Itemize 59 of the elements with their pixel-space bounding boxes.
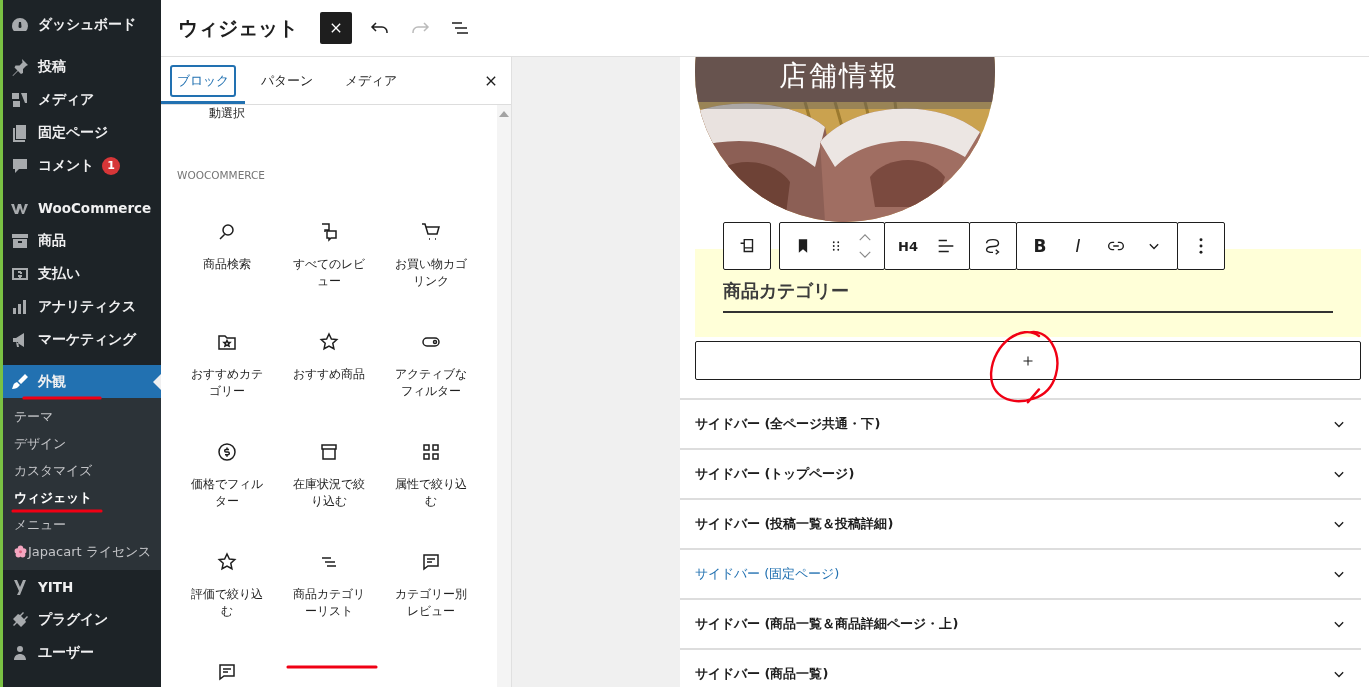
menu-item[interactable]: 投稿: [3, 50, 161, 83]
submenu-item[interactable]: テーマ: [3, 403, 161, 430]
flower-icon: [14, 545, 27, 558]
menu-item[interactable]: アナリティクス: [3, 290, 161, 323]
move-down-button[interactable]: [858, 250, 872, 259]
scrollbar[interactable]: [497, 105, 511, 687]
tab[interactable]: パターン: [245, 57, 329, 104]
widget-area-row[interactable]: サイドバー (全ページ共通・下): [680, 398, 1361, 448]
menu-item[interactable]: 商品: [3, 224, 161, 257]
cover-title: 店舗情報: [779, 58, 899, 94]
submenu-item[interactable]: Japacart ライセンス: [3, 538, 161, 565]
block-item[interactable]: おすすめカテゴリー: [176, 330, 278, 440]
menu-item[interactable]: コメント 1: [3, 149, 161, 182]
block-item[interactable]: 商品カテゴリーリスト: [278, 550, 380, 660]
italic-button[interactable]: I: [1059, 223, 1097, 269]
bold-button[interactable]: B: [1021, 223, 1059, 269]
menu-item[interactable]: ダッシュボード: [3, 8, 161, 41]
block-item[interactable]: 価格でフィルター: [176, 440, 278, 550]
tab[interactable]: メディア: [329, 57, 413, 104]
block-item[interactable]: 在庫状況で絞り込む: [278, 440, 380, 550]
widget-area-row[interactable]: サイドバー (投稿一覧＆投稿詳細): [680, 498, 1361, 548]
submenu-item[interactable]: ウィジェット: [3, 484, 161, 511]
chevron-up-icon: [858, 233, 872, 242]
page-title: ウィジェット: [178, 14, 298, 42]
block-item[interactable]: カテゴリー別レビュー: [380, 550, 482, 660]
count-badge: 1: [102, 156, 120, 175]
block-item[interactable]: アクティブなフィルター: [380, 330, 482, 440]
move-up-button[interactable]: [858, 233, 872, 242]
menu-item[interactable]: 固定ページ: [3, 116, 161, 149]
pin-icon: [10, 56, 30, 77]
close-button[interactable]: [320, 12, 352, 44]
block-item[interactable]: おすすめ商品: [278, 330, 380, 440]
submenu-item[interactable]: メニュー: [3, 511, 161, 538]
submenu-item[interactable]: デザイン: [3, 430, 161, 457]
block-label: 動選択: [209, 105, 246, 122]
block-item[interactable]: 商品検索: [176, 220, 278, 330]
menu-item[interactable]: メディア: [3, 83, 161, 116]
menu-item[interactable]: 支払い: [3, 257, 161, 290]
menu-item[interactable]: WooCommerce: [3, 191, 161, 224]
paintbrush-icon: [10, 371, 30, 392]
menu-item[interactable]: プラグイン: [3, 603, 161, 636]
widget-area-row[interactable]: サイドバー (トップページ): [680, 448, 1361, 498]
chevron-down-icon: [858, 250, 872, 259]
widget-area-row[interactable]: サイドバー (商品一覧＆商品詳細ページ・上): [680, 598, 1361, 648]
block-item[interactable]: すべてのレビュー: [278, 220, 380, 330]
menu-item[interactable]: 外観: [3, 365, 161, 398]
add-block-button[interactable]: [695, 341, 1361, 380]
menu-item[interactable]: マーケティング: [3, 323, 161, 356]
block-item[interactable]: 評価で絞り込む: [176, 550, 278, 660]
block-heading[interactable]: 商品カテゴリー: [723, 279, 1333, 313]
block-item[interactable]: お買い物カゴリンク: [380, 220, 482, 330]
vertical-dots-icon: [1199, 238, 1203, 254]
section-heading: WOOCOMMERCE: [177, 169, 266, 181]
menu-item[interactable]: ユーザー: [3, 636, 161, 669]
submenu-item[interactable]: カスタマイズ: [3, 457, 161, 484]
block-item[interactable]: 属性で絞り込む: [380, 440, 482, 550]
menu-item[interactable]: YITH: [3, 570, 161, 603]
widget-area-row[interactable]: サイドバー (商品一覧): [680, 648, 1361, 687]
widget-area-row[interactable]: サイドバー (固定ページ): [680, 548, 1361, 598]
